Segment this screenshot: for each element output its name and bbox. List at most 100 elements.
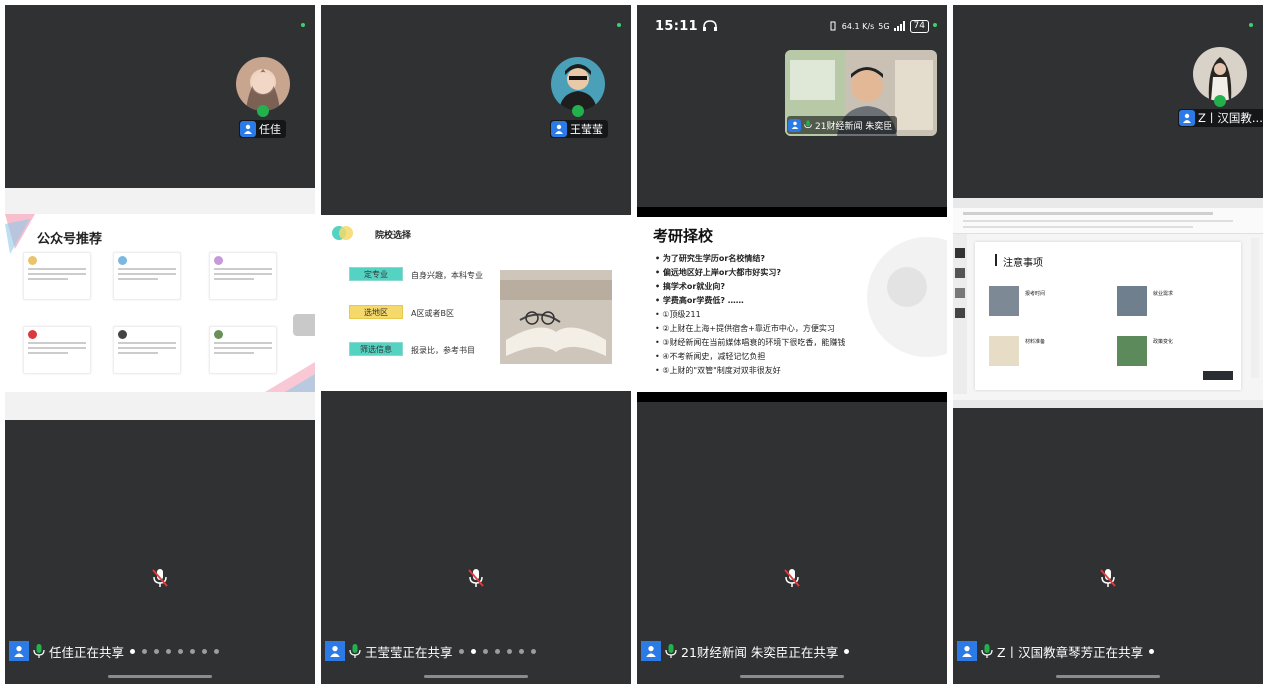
battery-indicator: 74: [909, 19, 929, 33]
decor-circle-icon: [867, 237, 947, 357]
user-icon: [641, 641, 661, 661]
user-icon: [788, 118, 801, 132]
page-indicator[interactable]: [844, 648, 850, 654]
slide-item: • ①顶级211: [655, 310, 701, 319]
home-indicator[interactable]: [740, 675, 844, 678]
mic-icon: [981, 644, 993, 658]
user-icon: [240, 121, 256, 137]
mic-icon: [349, 644, 361, 658]
slide-title: 注意事项: [1003, 258, 1043, 269]
card-label: 报考时间: [1025, 291, 1046, 297]
speaker-video[interactable]: 21财经新闻 朱奕臣: [785, 50, 937, 136]
slide-item: • 为了研究生学历or名校情结?: [655, 254, 765, 263]
video-panel-2[interactable]: 王莹莹 院校选择 定专业 自身兴趣，本科专业 选地区 A区或者B区 筛选信息 报…: [321, 5, 631, 684]
letterbox-top: [637, 207, 947, 217]
books-photo: [500, 270, 612, 364]
card-label: 就业需求: [1153, 291, 1174, 297]
sharing-status-bar: 任佳正在共享: [5, 640, 315, 662]
ppt-thumbnail-pane[interactable]: [953, 234, 967, 394]
signal-label: 5G: [878, 21, 890, 31]
slide-desc: A区或者B区: [411, 309, 454, 318]
home-indicator[interactable]: [108, 675, 212, 678]
avatar[interactable]: [551, 57, 605, 111]
slide: 公众号推荐: [5, 214, 315, 392]
phone-status-bar: 15:11 64.1 K/s 5G 74: [655, 18, 939, 34]
sharing-status-bar: Z丨汉国教章琴芳正在共享: [953, 640, 1263, 662]
ppt-tab-bar[interactable]: [953, 198, 1263, 208]
status-time: 15:11: [655, 18, 698, 34]
participant-name-tag: 21财经新闻 朱奕臣: [787, 116, 898, 134]
mic-muted-icon: [1100, 569, 1116, 587]
slide-title: 考研择校: [653, 227, 714, 245]
card-image: [989, 336, 1019, 366]
mic-muted-icon: [152, 569, 168, 587]
participant-name-tag: 王莹莹: [550, 120, 608, 138]
participant-name: 任佳: [259, 123, 281, 136]
user-icon: [551, 121, 567, 137]
mic-icon: [665, 644, 677, 658]
page-indicator[interactable]: [1149, 648, 1155, 654]
letterbox-bottom: [637, 392, 947, 402]
home-indicator[interactable]: [1056, 675, 1160, 678]
floating-toolbar-handle[interactable]: [293, 314, 315, 336]
slide-button: [1203, 371, 1233, 380]
mic-muted-icon: [784, 569, 800, 587]
home-indicator[interactable]: [424, 675, 528, 678]
slide-desc: 自身兴趣，本科专业: [411, 271, 483, 280]
sharing-status-text: 21财经新闻 朱奕臣正在共享: [681, 644, 839, 660]
slide-item: • ④不考新闻史，减轻记忆负担: [655, 352, 766, 361]
slide-tag: 选地区: [349, 305, 403, 319]
sharing-status-bar: 21财经新闻 朱奕臣正在共享: [637, 640, 947, 662]
slide-item: • 搞学术or就业向?: [655, 282, 725, 291]
card-label: 政策变化: [1153, 339, 1174, 345]
connection-dot: [301, 23, 305, 27]
user-icon: [325, 641, 345, 661]
vibrate-icon: [830, 21, 836, 31]
ppt-ribbon[interactable]: [953, 208, 1263, 234]
avatar[interactable]: [1193, 47, 1247, 101]
card-image: [989, 286, 1019, 316]
mic-active-icon: [257, 105, 269, 117]
shared-screen[interactable]: 注意事项 报考时间 就业需求 材料准备 政策变化: [953, 198, 1263, 408]
shared-screen[interactable]: 公众号推荐: [5, 188, 315, 420]
network-speed: 64.1 K/s: [841, 21, 875, 31]
video-panel-4[interactable]: Z丨汉国教... 注意事项 报考时间 就业需求 材料准备 政策变化 Z丨汉国教章…: [953, 5, 1263, 684]
signal-bars-icon: [893, 21, 905, 31]
mic-active-icon: [572, 105, 584, 117]
mic-active-icon: [1214, 95, 1226, 107]
user-icon: [1179, 110, 1195, 126]
slide-title: 公众号推荐: [37, 232, 103, 247]
ppt-slide: 注意事项 报考时间 就业需求 材料准备 政策变化: [975, 242, 1241, 390]
avatar[interactable]: [236, 57, 290, 111]
video-panel-3[interactable]: 15:11 64.1 K/s 5G 74 21财经新闻 朱奕臣 考研择校 • 为…: [637, 5, 947, 684]
slide-desc: 报录比，参考书目: [411, 346, 475, 355]
slide-tag: 筛选信息: [349, 342, 403, 356]
mic-icon: [33, 644, 45, 658]
slide-title: 院校选择: [375, 231, 412, 241]
headphones-icon: [702, 20, 717, 31]
page-indicator[interactable]: [458, 648, 536, 654]
page-indicator[interactable]: [130, 648, 220, 654]
user-icon: [957, 641, 977, 661]
slide-tag: 定专业: [349, 267, 403, 281]
sharing-status-text: 任佳正在共享: [49, 644, 125, 660]
connection-dot: [617, 23, 621, 27]
sharing-status-text: Z丨汉国教章琴芳正在共享: [997, 644, 1144, 660]
slide-item: • ⑤上财的"双管"制度对双非很友好: [655, 366, 781, 375]
sharing-status-bar: 王莹莹正在共享: [321, 640, 631, 662]
participant-name: Z丨汉国教...: [1198, 111, 1263, 125]
shared-screen[interactable]: 院校选择 定专业 自身兴趣，本科专业 选地区 A区或者B区 筛选信息 报录比，参…: [321, 215, 631, 391]
participant-name: 王莹莹: [570, 123, 603, 136]
slide-item: • ②上财在上海+提供宿舍+靠近市中心，方便实习: [655, 324, 835, 333]
ppt-side-toolbar[interactable]: [1251, 238, 1259, 378]
participant-name-tag: 任佳: [239, 120, 286, 138]
card-image: [1117, 286, 1147, 316]
shared-screen[interactable]: 考研择校 • 为了研究生学历or名校情结? • 偏远地区好上岸or大都市好实习?…: [637, 217, 947, 392]
video-panel-1[interactable]: 任佳 公众号推荐 任佳正在共享: [5, 5, 315, 684]
ppt-status-bar: [953, 400, 1263, 408]
card-label: 材料准备: [1025, 339, 1046, 345]
mic-muted-icon: [468, 569, 484, 587]
decor-circles-icon: [332, 226, 353, 240]
card-image: [1117, 336, 1147, 366]
connection-dot: [933, 23, 937, 27]
